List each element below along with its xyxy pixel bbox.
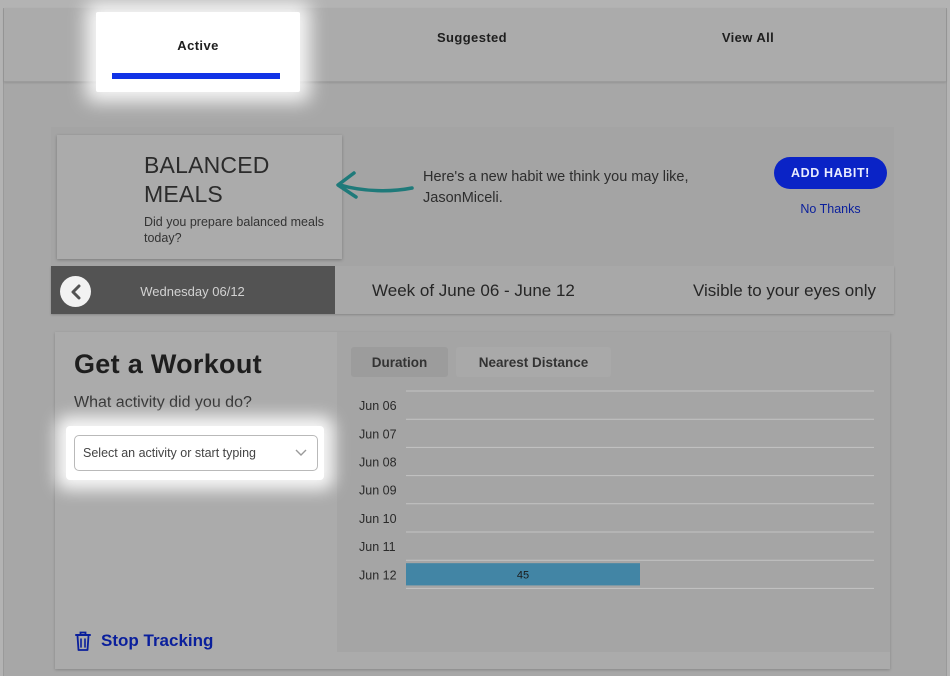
habit-title: BALANCED MEALS xyxy=(144,151,324,209)
chart-tab-distance-label: Nearest Distance xyxy=(478,354,589,370)
chevron-left-icon xyxy=(71,284,80,299)
trash-icon xyxy=(75,631,91,651)
habit-question: Did you prepare balanced meals today? xyxy=(144,215,324,245)
habit-title-line-2: MEALS xyxy=(144,181,223,207)
suggestion-message-line-2: JasonMiceli. xyxy=(423,190,503,206)
chart-category-label: Jun 12 xyxy=(359,568,397,582)
tab-view-all[interactable]: View All xyxy=(648,0,848,74)
stop-tracking-button[interactable]: Stop Tracking xyxy=(74,628,213,654)
stop-tracking-label: Stop Tracking xyxy=(101,631,214,650)
visibility-label: Visible to your eyes only xyxy=(692,281,876,300)
tab-suggested-label: Suggested xyxy=(436,30,508,45)
chevron-down-icon xyxy=(295,449,307,456)
tab-active-label: Active xyxy=(177,38,219,53)
workout-title: Get a Workout xyxy=(74,349,262,379)
activity-select[interactable]: Select an activity or start typing xyxy=(74,435,318,471)
chart-tab-nearest-distance[interactable]: Nearest Distance xyxy=(456,347,611,377)
habit-card[interactable]: BALANCED MEALS Did you prepare balanced … xyxy=(57,135,342,259)
previous-day-button[interactable] xyxy=(60,276,91,307)
no-thanks-link[interactable]: No Thanks xyxy=(774,202,887,216)
chart-tab-duration-label: Duration xyxy=(371,354,428,370)
add-habit-button[interactable]: ADD HABIT! xyxy=(774,157,887,189)
duration-chart: Jun 06 Jun 07 Jun 08 Jun 09 Jun 10 Jun 11 Jun … xyxy=(359,390,874,589)
tab-view-all-label: View All xyxy=(721,30,775,45)
suggestion-message-line-1: Here's a new habit we think you may like… xyxy=(423,169,689,185)
week-label: Week of June 06 - June 12 xyxy=(372,281,575,300)
chart-data-label: 45 xyxy=(517,569,529,581)
habit-suggestion-message: Here's a new habit we think you may like… xyxy=(423,167,743,209)
arrow-left-icon xyxy=(336,171,414,199)
chart-category-label: Jun 07 xyxy=(359,427,397,441)
chart-category-label: Jun 10 xyxy=(359,512,397,526)
tab-suggested[interactable]: Suggested xyxy=(372,0,572,74)
chart-category-label: Jun 11 xyxy=(359,540,396,554)
workout-question: What activity did you do? xyxy=(74,394,252,411)
chart-category-label: Jun 08 xyxy=(359,456,397,470)
habit-title-line-1: BALANCED xyxy=(144,152,270,178)
activity-select-placeholder: Select an activity or start typing xyxy=(83,446,256,460)
current-date: Wednesday 06/12 xyxy=(140,284,245,299)
tab-active[interactable]: Active xyxy=(96,12,300,92)
chart-tab-duration[interactable]: Duration xyxy=(351,347,448,377)
chart-category-label: Jun 06 xyxy=(359,399,397,413)
active-tab-indicator xyxy=(112,73,280,79)
chart-category-label: Jun 09 xyxy=(359,484,397,498)
